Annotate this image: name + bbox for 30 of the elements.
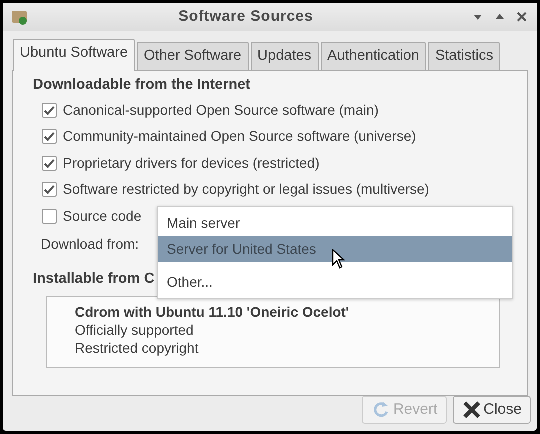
tab[interactable]: Updates (250, 42, 319, 70)
tab[interactable]: Authentication (320, 42, 426, 70)
tab[interactable]: Other Software (137, 42, 249, 70)
close-button[interactable] (515, 10, 529, 24)
checkbox[interactable] (42, 129, 57, 144)
cdrom-detail: Officially supported (75, 321, 195, 340)
tab[interactable]: Statistics (428, 42, 500, 70)
section-heading: Installable from C (33, 270, 155, 289)
close-icon (462, 400, 482, 420)
app-icon (11, 8, 29, 25)
checkbox[interactable] (42, 102, 57, 118)
checkbox-label[interactable]: Community-maintained Open Source software (universe) (63, 126, 416, 148)
menu-item[interactable]: Other... (158, 269, 512, 295)
checkbox-label[interactable]: Proprietary drivers for devices (restricted) (63, 152, 320, 174)
cdrom-entry[interactable]: Cdrom with Ubuntu 11.10 'Oneiric Ocelot' Officially supported Restricted copyright (46, 296, 500, 368)
section-heading: Downloadable from the Internet (33, 76, 252, 96)
window-title: Software Sources (178, 6, 314, 27)
checkbox[interactable] (42, 156, 57, 171)
mouse-pointer-icon (332, 249, 346, 269)
checkbox-label[interactable]: Source code (63, 206, 142, 227)
download-from-label: Download from: (41, 235, 140, 254)
tab[interactable]: Ubuntu Software (13, 38, 136, 72)
cdrom-title: Cdrom with Ubuntu 11.10 'Oneiric Ocelot' (75, 303, 350, 322)
checkbox[interactable] (42, 208, 57, 224)
checkbox-label[interactable]: Canonical-supported Open Source software (main) (63, 100, 379, 121)
checkbox[interactable] (42, 182, 57, 198)
close-button[interactable]: Close (452, 396, 531, 424)
menu-item[interactable]: Main server (158, 210, 512, 236)
checkbox-label[interactable]: Software restricted by copyright or legal issues (multiverse) (63, 179, 430, 200)
cdrom-detail: Restricted copyright (75, 339, 200, 358)
